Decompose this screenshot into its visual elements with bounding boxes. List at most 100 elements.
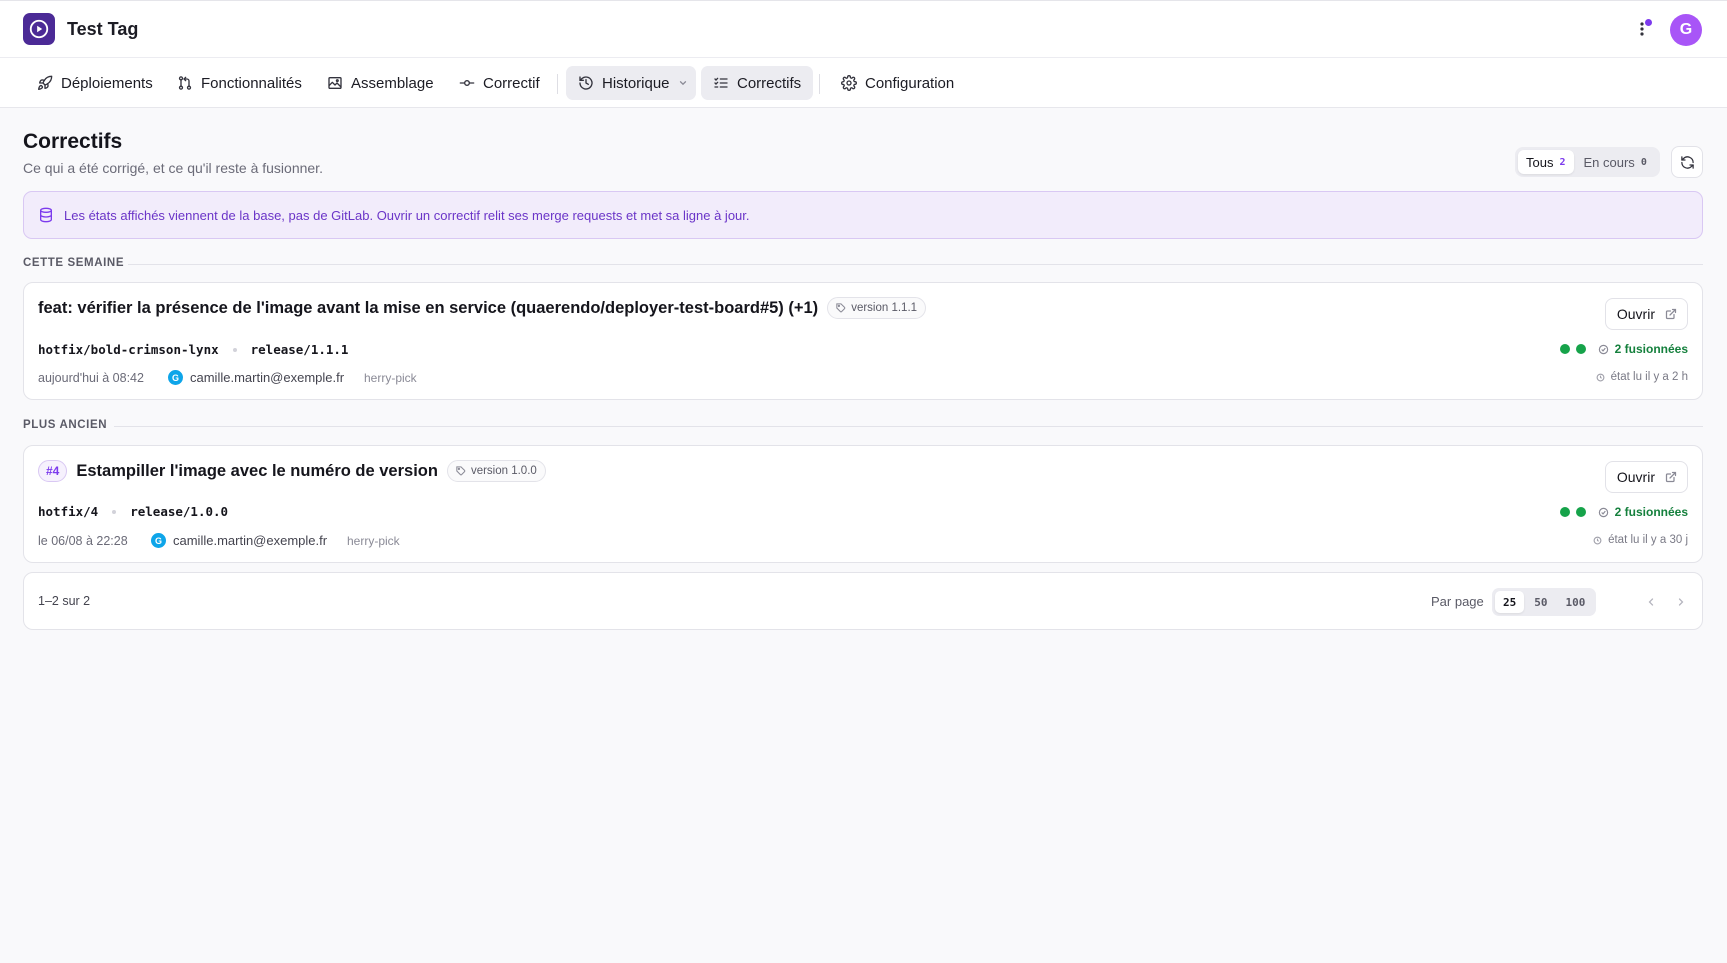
author: G camille.martin@exemple.fr <box>168 370 364 385</box>
image-frame-icon <box>328 77 342 89</box>
read-status: état lu il y a 30 j <box>1593 534 1688 546</box>
version-badge: version 1.0.0 <box>446 460 546 482</box>
nav-label: Déploiements <box>61 74 153 92</box>
chevron-down-icon <box>679 81 686 86</box>
tag-icon <box>836 303 846 313</box>
refresh-icon <box>1680 155 1694 169</box>
gear-icon <box>841 75 857 91</box>
section-label: PLUS ANCIEN <box>23 419 108 431</box>
version-badge: version 1.1.1 <box>827 297 927 319</box>
author-email: camille.martin@exemple.fr <box>190 370 345 385</box>
nav-label: Fonctionnalités <box>201 74 302 92</box>
hotfix-title[interactable]: Estampiller l'image avec le numéro de ve… <box>76 462 438 481</box>
per-page-selector: 25 50 100 <box>1492 588 1597 616</box>
nav-label: Configuration <box>865 74 955 92</box>
nav-label: Historique <box>602 74 670 92</box>
clock-icon <box>1596 373 1605 381</box>
section-divider <box>114 426 1703 427</box>
branch-separator <box>232 347 237 352</box>
hotfix-kind: herry-pick <box>364 370 417 385</box>
read-label: état lu il y a 2 h <box>1610 371 1688 383</box>
app-title: Test Tag <box>67 19 139 39</box>
nav-item-assemblage[interactable]: Assemblage <box>315 66 446 100</box>
history-icon <box>579 76 593 90</box>
nav-divider <box>557 74 558 94</box>
author-avatar: G <box>168 370 183 385</box>
pagination: 1–2 sur 2 Par page 25 50 100 <box>23 572 1703 630</box>
merge-status: 2 fusionnées <box>1559 342 1688 356</box>
app-logo[interactable] <box>23 13 55 45</box>
author-avatar: G <box>151 533 166 548</box>
hotfix-number-badge: #4 <box>38 460 68 482</box>
git-commit-icon <box>459 80 475 86</box>
page-title: Correctifs <box>23 130 123 153</box>
version-label: version 1.1.1 <box>851 302 918 314</box>
chevron-left-icon <box>1648 598 1654 606</box>
banner-text: Les états affichés viennent de la base, … <box>64 207 750 223</box>
read-label: état lu il y a 30 j <box>1608 534 1688 546</box>
merged-label: 2 fusionnées <box>1614 342 1688 356</box>
main-nav: Déploiements Fonctionnalités Assemblage … <box>0 58 1727 108</box>
nav-divider <box>819 74 820 94</box>
nav-item-deploiements[interactable]: Déploiements <box>25 66 165 100</box>
nav-item-historique[interactable]: Historique <box>566 66 696 100</box>
hotfix-kind: herry-pick <box>347 533 400 548</box>
hotfix-title[interactable]: feat: vérifier la présence de l'image av… <box>38 299 818 318</box>
play-logo-icon <box>29 19 49 39</box>
page-subtitle: Ce qui a été corrigé, et ce qu'il reste … <box>23 160 323 176</box>
filter-count: 0 <box>1640 156 1647 168</box>
nav-label: Correctif <box>483 74 540 92</box>
top-bar: Test Tag G <box>0 0 1727 58</box>
notification-dot <box>1645 19 1652 26</box>
kebab-icon <box>1640 22 1644 36</box>
nav-item-fonctionnalites[interactable]: Fonctionnalités <box>165 66 314 100</box>
hotfix-date: le 06/08 à 22:28 <box>38 533 128 548</box>
database-icon <box>40 207 52 223</box>
status-dot <box>1575 507 1586 517</box>
open-button[interactable]: Ouvrir <box>1604 298 1688 330</box>
open-button[interactable]: Ouvrir <box>1604 461 1688 493</box>
source-branch: hotfix/bold-crimson-lynx <box>38 342 219 357</box>
hotfix-card: feat: vérifier la présence de l'image av… <box>23 282 1703 400</box>
filter-count: 2 <box>1559 156 1566 168</box>
section-label: CETTE SEMAINE <box>23 257 125 269</box>
status-filter: Tous 2 En cours 0 <box>1515 147 1660 177</box>
author-email: camille.martin@exemple.fr <box>173 533 328 548</box>
refresh-button[interactable] <box>1671 146 1703 178</box>
status-dot <box>1575 344 1586 354</box>
chevron-right-icon <box>1678 598 1684 606</box>
next-page-button[interactable] <box>1670 591 1692 613</box>
nav-item-correctif[interactable]: Correctif <box>447 66 552 100</box>
version-label: version 1.0.0 <box>470 465 537 477</box>
branch-separator <box>112 509 117 514</box>
status-dot <box>1559 507 1570 517</box>
filter-label: Tous <box>1526 154 1554 170</box>
per-page-option[interactable]: 100 <box>1558 591 1594 613</box>
merge-status: 2 fusionnées <box>1559 505 1688 519</box>
hotfix-card: #4 Estampiller l'image avec le numéro de… <box>23 445 1703 563</box>
list-checks-icon <box>714 77 728 88</box>
nav-item-correctifs[interactable]: Correctifs <box>701 66 814 100</box>
previous-page-button[interactable] <box>1640 591 1662 613</box>
per-page-label: Par page <box>1431 594 1484 609</box>
source-branch: hotfix/4 <box>38 504 99 519</box>
tag-icon <box>456 466 466 476</box>
filter-tous[interactable]: Tous 2 <box>1518 150 1574 174</box>
filter-en-cours[interactable]: En cours 0 <box>1576 150 1655 174</box>
nav-label: Correctifs <box>737 74 802 92</box>
nav-item-configuration[interactable]: Configuration <box>829 66 966 100</box>
section-divider <box>128 264 1703 265</box>
filter-label: En cours <box>1583 154 1635 170</box>
git-pull-request-icon <box>178 76 192 90</box>
read-status: état lu il y a 2 h <box>1596 371 1688 383</box>
pagination-range: 1–2 sur 2 <box>38 594 91 608</box>
per-page-option[interactable]: 25 <box>1495 591 1525 613</box>
open-label: Ouvrir <box>1616 469 1655 485</box>
info-banner: Les états affichés viennent de la base, … <box>23 191 1703 239</box>
open-label: Ouvrir <box>1616 306 1655 322</box>
external-link-icon <box>1665 471 1677 483</box>
user-avatar[interactable]: G <box>1670 14 1702 46</box>
author: G camille.martin@exemple.fr <box>151 533 347 548</box>
per-page-option[interactable]: 50 <box>1526 591 1555 613</box>
external-link-icon <box>1665 308 1677 320</box>
